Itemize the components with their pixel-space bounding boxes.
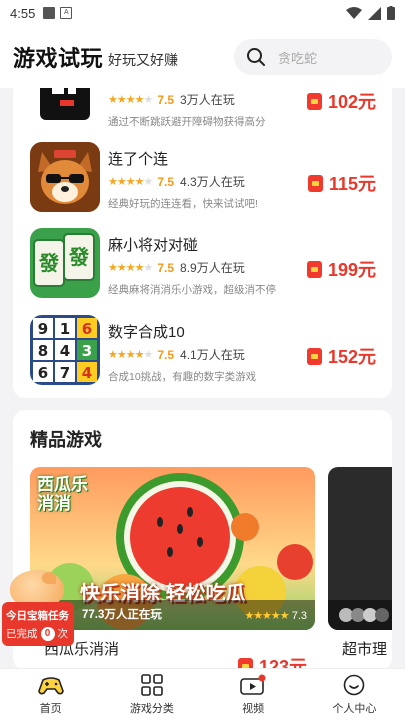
rating-value: 7.5: [157, 92, 175, 107]
game-name: 麻小将对对碰: [108, 237, 199, 254]
game-list-item[interactable]: 發發 麻小将对对碰 ★★★★★ 7.5 8.9万人在玩 经典麻将消消乐小游戏，超…: [13, 228, 392, 303]
task-done-label: 已完成: [6, 628, 38, 640]
rating-stars: ★★★★★: [108, 262, 153, 274]
game-list-item[interactable]: 916843674 数字合成10 ★★★★★ 7.5 4.1万人在玩 合成10挑…: [13, 315, 392, 390]
rating-value: 7.5: [157, 260, 175, 275]
mahjong-tile-icon: 發發: [30, 228, 100, 298]
notification-icon: [43, 7, 56, 19]
task-suffix: 次: [57, 628, 69, 640]
game-list-item[interactable]: 连了个连 ★★★★★ 7.5 4.3万人在玩 经典好玩的连连看，快来试试吧! 1…: [13, 142, 392, 217]
status-bar: 4:55 A: [0, 0, 405, 26]
tab-label: 游戏分类: [129, 703, 174, 715]
task-title: 今日宝箱任务: [6, 610, 69, 622]
red-packet-icon: [307, 174, 323, 192]
section-title: 精品游戏: [30, 430, 102, 450]
reward-amount: 199元: [327, 260, 376, 280]
daily-chest-task-badge[interactable]: 今日宝箱任务 已完成 0 次: [2, 570, 74, 646]
tab-categories[interactable]: 游戏分类: [101, 669, 202, 721]
tab-profile[interactable]: 个人中心: [304, 669, 405, 721]
player-count: 3万人在玩: [180, 93, 235, 107]
task-progress: 已完成 0 次: [6, 626, 68, 641]
number-grid-icon: 916843674: [30, 315, 100, 385]
svg-text:7: 7: [60, 364, 70, 382]
svg-text:6: 6: [38, 364, 48, 382]
game-name: 数字合成10: [108, 324, 185, 341]
task-count: 0: [40, 626, 55, 641]
game-list-item[interactable]: ★★★★★ 7.5 3万人在玩 通过不断跳跃避开障碍物获得高分 102元: [13, 80, 392, 135]
rating-stars: ★★★★★: [244, 610, 289, 622]
status-time: 4:55: [10, 5, 36, 21]
grid-icon: [141, 674, 163, 696]
svg-text:1: 1: [60, 320, 70, 338]
wifi-icon: [346, 7, 362, 19]
reward-amount: 115元: [328, 174, 376, 194]
battery-icon: [387, 6, 395, 20]
dog-face-icon: [30, 142, 100, 212]
banner-game-logo: 西瓜乐消消: [37, 475, 88, 513]
svg-text:4: 4: [82, 364, 92, 382]
smile-icon: [344, 674, 365, 696]
tab-video[interactable]: 视频: [203, 669, 304, 721]
banner-rating-value: 7.3: [291, 610, 307, 622]
page-title: 游戏试玩: [13, 46, 104, 71]
game-description: 经典好玩的连连看，快来试试吧!: [108, 198, 258, 210]
reward-badge: 199元: [306, 256, 376, 282]
video-icon: [240, 674, 266, 695]
rating-value: 7.5: [157, 174, 175, 189]
svg-text:發: 發: [38, 251, 59, 275]
search-box[interactable]: 贪吃蛇: [234, 39, 392, 75]
reward-amount: 152元: [327, 347, 376, 367]
red-packet-icon: [306, 260, 322, 278]
signal-icon: [368, 6, 381, 20]
game-list-card: ★★★★★ 7.5 3万人在玩 通过不断跳跃避开障碍物获得高分 102元 连了个…: [13, 80, 392, 398]
reward-amount: 102元: [327, 92, 376, 112]
red-packet-icon: [306, 92, 322, 110]
avatar-group-icon: [339, 608, 389, 622]
rating-value: 7.5: [157, 347, 175, 362]
rating-stars: ★★★★★: [108, 94, 153, 106]
page-subtitle: 好玩又好赚: [108, 52, 179, 68]
reward-badge: 102元: [306, 88, 376, 114]
svg-text:8: 8: [38, 342, 48, 360]
svg-text:6: 6: [82, 320, 92, 338]
red-packet-icon: [306, 347, 322, 365]
reward-badge: 152元: [306, 343, 376, 369]
game-name: 连了个连: [108, 151, 169, 168]
tab-label: 首页: [39, 703, 62, 715]
tab-label: 个人中心: [332, 703, 377, 715]
player-count: 4.1万人在玩: [180, 348, 245, 362]
featured-game-banner[interactable]: [328, 467, 392, 630]
svg-text:9: 9: [38, 320, 48, 338]
game-description: 经典麻将消消乐小游戏，超级消不停: [108, 284, 276, 296]
svg-text:4: 4: [60, 342, 70, 360]
tab-label: 视频: [242, 703, 265, 715]
svg-text:發: 發: [68, 245, 89, 269]
game-description: 合成10挑战，有趣的数字类游戏: [108, 371, 257, 383]
app-notification-icon: A: [60, 7, 73, 19]
page-header: 游戏试玩 好玩又好赚 贪吃蛇: [0, 26, 405, 88]
reward-badge: 115元: [307, 170, 376, 196]
featured-game-name: 超市理: [342, 641, 388, 658]
rating-stars: ★★★★★: [108, 176, 153, 188]
bottom-tab-bar: 首页 游戏分类 视频 个人中心: [0, 668, 405, 721]
svg-text:3: 3: [82, 342, 92, 360]
player-count: 4.3万人在玩: [180, 175, 245, 189]
rating-stars: ★★★★★: [108, 349, 153, 361]
search-placeholder[interactable]: 贪吃蛇: [278, 48, 317, 67]
game-description: 通过不断跳跃避开障碍物获得高分: [108, 116, 266, 128]
search-icon: [247, 48, 265, 66]
banner-footer: [328, 600, 392, 630]
gamepad-icon: [37, 677, 64, 695]
tab-home[interactable]: 首页: [0, 669, 101, 721]
piggy-ear: [42, 572, 56, 584]
player-count: 8.9万人在玩: [180, 261, 245, 275]
banner-player-count: 77.3万人正在玩: [82, 609, 162, 621]
banner-rating: ★★★★★ 7.3: [244, 609, 307, 622]
